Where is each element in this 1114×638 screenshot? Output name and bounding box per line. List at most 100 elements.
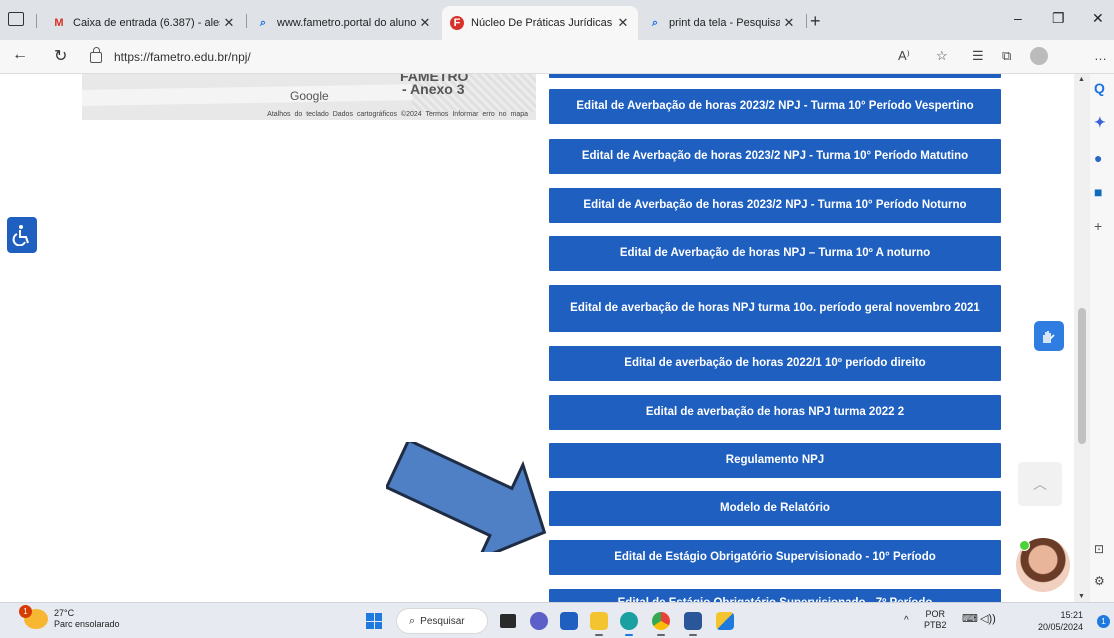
tools-icon[interactable]: ●: [1094, 150, 1102, 166]
tab-actions-icon[interactable]: [8, 12, 24, 26]
gmail-icon: M: [54, 17, 64, 29]
network-icon[interactable]: ⌨: [962, 614, 978, 625]
tab-gmail[interactable]: M Caixa de entrada (6.387) - alessa ✕: [44, 6, 244, 40]
store-icon[interactable]: [560, 612, 578, 630]
chevron-up-icon[interactable]: ^: [904, 615, 909, 626]
scroll-up-icon[interactable]: ▲: [1078, 76, 1085, 83]
new-tab-icon[interactable]: +: [810, 11, 821, 32]
search-icon: ⌕: [259, 16, 267, 29]
task-view-icon[interactable]: [500, 614, 516, 628]
favorites-list-icon[interactable]: ☰: [972, 48, 984, 64]
edital-button[interactable]: Edital de Estágio Obrigatório Supervisio…: [549, 540, 1001, 575]
browser-sidebar: Q ✦ ● ■ + ⊡ ⚙: [1090, 74, 1114, 602]
tab-title: www.fametro.portal do aluno - P: [277, 17, 416, 29]
embedded-map[interactable]: FAMETRO - Anexo 3 Google Atalhos do tecl…: [82, 74, 536, 120]
tab-divider: [806, 14, 807, 28]
modelo-relatorio-button[interactable]: Modelo de Relatório: [549, 491, 1001, 526]
edital-button[interactable]: Edital de Averbação de horas 2023/2 NPJ …: [549, 188, 1001, 223]
sun-icon: 1: [19, 605, 48, 629]
close-icon[interactable]: ✕: [780, 15, 798, 31]
edital-button[interactable]: [549, 74, 1001, 78]
weather-description: Parc ensolarado: [54, 619, 120, 629]
taskbar-search[interactable]: ⌕ Pesquisar: [396, 608, 488, 634]
tab-title: print da tela - Pesquisar: [669, 17, 780, 29]
favorite-star-icon[interactable]: ☆: [936, 48, 948, 64]
sidebar-search-icon[interactable]: Q: [1094, 80, 1105, 96]
volume-icon[interactable]: ◁)): [980, 614, 996, 625]
accessibility-icon[interactable]: [7, 217, 37, 253]
annotation-arrow: [386, 442, 547, 552]
map-footer-links[interactable]: Atalhos do teclado Dados cartográficos ©…: [82, 111, 536, 118]
more-menu-icon[interactable]: …: [1094, 48, 1107, 63]
windows-taskbar: 1 27°C Parc ensolarado ⌕ Pesquisar ^ POR…: [0, 602, 1114, 638]
reload-icon[interactable]: ↻: [54, 46, 67, 66]
page-scrollbar[interactable]: ▲ ▼: [1074, 74, 1090, 602]
profile-avatar[interactable]: [1030, 47, 1048, 65]
edital-button[interactable]: Edital de averbação de horas 2022/1 10º …: [549, 346, 1001, 381]
edital-button[interactable]: Edital de averbação de horas NPJ turma 1…: [549, 285, 1001, 332]
edge-icon[interactable]: [620, 612, 638, 636]
screen: M Caixa de entrada (6.387) - alessa ✕ ⌕ …: [0, 0, 1114, 638]
language-code: POR: [925, 609, 946, 619]
window-close-icon[interactable]: ✕: [1092, 10, 1104, 27]
url-text: https://fametro.edu.br/npj/: [114, 50, 251, 64]
start-button[interactable]: [366, 613, 382, 629]
edital-button[interactable]: Edital de Averbação de horas 2023/2 NPJ …: [549, 139, 1001, 174]
scroll-to-top-button[interactable]: ︿: [1018, 462, 1062, 506]
weather-temperature: 27°C: [54, 608, 75, 618]
weather-widget[interactable]: 1 27°C Parc ensolarado: [19, 605, 120, 630]
tab-npj[interactable]: F Núcleo De Práticas Jurídicas – NI ✕: [442, 6, 638, 40]
settings-gear-icon[interactable]: ⚙: [1094, 574, 1105, 588]
tab-divider: [36, 14, 37, 28]
search-icon: ⌕: [651, 16, 659, 29]
read-aloud-icon[interactable]: A⁾: [898, 48, 910, 64]
taskbar-search-label: Pesquisar: [420, 615, 465, 627]
edital-button[interactable]: Edital de Averbação de horas NPJ – Turma…: [549, 236, 1001, 271]
close-icon[interactable]: ✕: [220, 15, 238, 31]
outlook-icon[interactable]: ■: [1094, 184, 1102, 200]
close-icon[interactable]: ✕: [614, 15, 632, 31]
word-icon[interactable]: [684, 612, 702, 636]
fametro-icon: F: [450, 16, 464, 30]
back-icon[interactable]: ←: [12, 46, 28, 64]
hands-icon: [1043, 331, 1055, 343]
weather-badge: 1: [19, 605, 32, 618]
tab-portal[interactable]: ⌕ www.fametro.portal do aluno - P ✕: [248, 6, 440, 40]
add-sidebar-icon[interactable]: +: [1094, 218, 1102, 234]
search-icon: ⌕: [409, 614, 416, 627]
security-shield-icon[interactable]: [716, 612, 734, 630]
tab-pesquisar[interactable]: ⌕ print da tela - Pesquisar ✕: [640, 6, 804, 40]
lock-icon: [90, 46, 102, 63]
chat-icon[interactable]: [530, 612, 548, 630]
clock-date: 20/05/2024: [1038, 622, 1084, 632]
file-explorer-icon[interactable]: [590, 612, 608, 636]
restore-icon[interactable]: ❐: [1052, 10, 1065, 27]
tab-title: Núcleo De Práticas Jurídicas – NI: [471, 17, 614, 29]
chrome-icon[interactable]: [652, 612, 670, 636]
tab-divider: [246, 14, 247, 28]
tab-title: Caixa de entrada (6.387) - alessa: [73, 17, 220, 29]
copilot-icon[interactable]: ✦: [1094, 114, 1106, 131]
regulamento-button[interactable]: Regulamento NPJ: [549, 443, 1001, 478]
scroll-down-icon[interactable]: ▼: [1078, 593, 1085, 600]
keyboard-layout: PTB2: [924, 620, 947, 630]
edital-button[interactable]: Edital de averbação de horas NPJ turma 2…: [549, 395, 1001, 430]
language-indicator[interactable]: POR PTB2: [924, 609, 947, 631]
system-clock[interactable]: 15:21 20/05/2024: [1038, 609, 1083, 633]
minimize-icon[interactable]: –: [1014, 10, 1022, 26]
wheelchair-icon: [12, 225, 29, 246]
chat-assistant-avatar[interactable]: [1016, 538, 1070, 592]
notification-badge[interactable]: 1: [1097, 615, 1110, 628]
collections-icon[interactable]: ⧉: [1002, 48, 1011, 64]
sign-language-icon[interactable]: [1034, 321, 1064, 351]
close-icon[interactable]: ✕: [416, 15, 434, 31]
edital-button[interactable]: Edital de Averbação de horas 2023/2 NPJ …: [549, 89, 1001, 124]
tab-strip: M Caixa de entrada (6.387) - alessa ✕ ⌕ …: [0, 0, 1114, 40]
chevron-up-icon: ︿: [1033, 476, 1047, 492]
address-toolbar: ← ↻ https://fametro.edu.br/npj/ A⁾ ☆ ☰ ⧉…: [0, 40, 1114, 74]
split-screen-icon[interactable]: ⊡: [1094, 542, 1104, 556]
edital-button[interactable]: Edital de Estágio Obrigatório Supervisio…: [549, 589, 1001, 602]
google-logo: Google: [290, 89, 329, 103]
scrollbar-thumb[interactable]: [1078, 308, 1086, 444]
page-content: FAMETRO - Anexo 3 Google Atalhos do tecl…: [0, 74, 1074, 602]
